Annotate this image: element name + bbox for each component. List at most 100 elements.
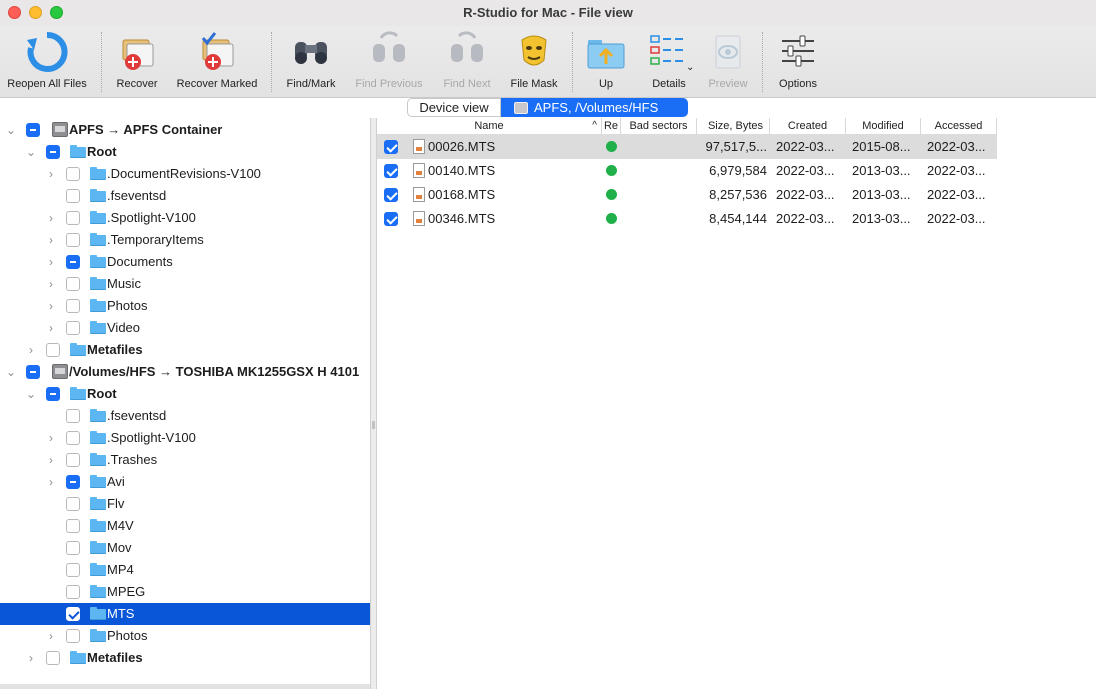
chevron-right-icon[interactable]: ›	[45, 298, 57, 314]
recover-button[interactable]: Recover	[110, 26, 164, 98]
tree-item[interactable]: MP4	[0, 559, 370, 581]
tree-checkbox[interactable]	[46, 651, 60, 665]
tree-checkbox[interactable]	[66, 431, 80, 445]
chevron-right-icon[interactable]: ›	[45, 628, 57, 644]
file-row[interactable]: 00346.MTS 8,454,144 2022-03... 2013-03... 20…	[377, 207, 997, 231]
file-row[interactable]: 00168.MTS 8,257,536 2022-03... 2013-03... 20…	[377, 183, 997, 207]
file-checkbox[interactable]	[384, 212, 398, 226]
tree-checkbox[interactable]	[46, 145, 60, 159]
chevron-right-icon[interactable]: ›	[45, 166, 57, 182]
tree-checkbox[interactable]	[66, 299, 80, 313]
recover-marked-button[interactable]: Recover Marked	[174, 26, 260, 98]
chevron-right-icon[interactable]: ›	[45, 452, 57, 468]
tree-item[interactable]: ⌄ APFS → APFS Container	[0, 119, 370, 141]
chevron-right-icon[interactable]: ›	[45, 276, 57, 292]
tree-checkbox[interactable]	[66, 519, 80, 533]
column-recovery[interactable]: Re	[602, 118, 621, 135]
tree-checkbox[interactable]	[66, 277, 80, 291]
tree-checkbox[interactable]	[66, 563, 80, 577]
tree-checkbox[interactable]	[66, 211, 80, 225]
chevron-down-icon[interactable]: ⌄	[5, 122, 17, 138]
file-mask-button[interactable]: File Mask	[506, 26, 562, 98]
chevron-right-icon[interactable]: ›	[45, 430, 57, 446]
tree-item[interactable]: MTS	[0, 603, 370, 625]
tree-item[interactable]: M4V	[0, 515, 370, 537]
chevron-down-icon[interactable]: ⌄	[686, 62, 694, 73]
tree-checkbox[interactable]	[66, 541, 80, 555]
tab-apfs-volume[interactable]: APFS, /Volumes/HFS	[501, 98, 688, 117]
chevron-right-icon[interactable]: ›	[45, 474, 57, 490]
column-bad-sectors[interactable]: Bad sectors	[621, 118, 697, 135]
tree-checkbox[interactable]	[66, 453, 80, 467]
tree-item[interactable]: › Metafiles	[0, 647, 370, 669]
tree-checkbox[interactable]	[66, 497, 80, 511]
file-checkbox[interactable]	[384, 188, 398, 202]
tree-item[interactable]: ⌄ Root	[0, 383, 370, 405]
tree-item[interactable]: › Documents	[0, 251, 370, 273]
preview-button[interactable]: Preview	[704, 26, 752, 98]
tree-item[interactable]: .fseventsd	[0, 185, 370, 207]
zoom-button[interactable]	[50, 6, 63, 19]
tree-item[interactable]: › .Spotlight-V100	[0, 427, 370, 449]
tree-item[interactable]: Mov	[0, 537, 370, 559]
reopen-all-files-button[interactable]: Reopen All Files	[4, 26, 90, 98]
chevron-down-icon[interactable]: ⌄	[25, 386, 37, 402]
tab-device-view[interactable]: Device view	[407, 98, 501, 117]
tree-item[interactable]: ⌄ Root	[0, 141, 370, 163]
details-button[interactable]: Details ⌄	[640, 26, 698, 98]
column-size[interactable]: Size, Bytes	[697, 118, 770, 135]
pane-splitter[interactable]	[370, 118, 377, 689]
tree-item[interactable]: MPEG	[0, 581, 370, 603]
tree-item[interactable]: › Photos	[0, 295, 370, 317]
chevron-right-icon[interactable]: ›	[45, 254, 57, 270]
chevron-right-icon[interactable]: ›	[45, 210, 57, 226]
tree-checkbox[interactable]	[66, 255, 80, 269]
column-modified[interactable]: Modified	[846, 118, 921, 135]
tree-item[interactable]: ⌄ /Volumes/HFS → TOSHIBA MK1255GSX H 4101	[0, 361, 370, 383]
tree-item[interactable]: › .Spotlight-V100	[0, 207, 370, 229]
tree-checkbox[interactable]	[26, 123, 40, 137]
column-name[interactable]: Name ^	[377, 118, 602, 135]
tree-item[interactable]: › .DocumentRevisions-V100	[0, 163, 370, 185]
tree-checkbox[interactable]	[66, 167, 80, 181]
tree-checkbox[interactable]	[66, 189, 80, 203]
tree-checkbox[interactable]	[66, 233, 80, 247]
tree-checkbox[interactable]	[66, 629, 80, 643]
column-accessed[interactable]: Accessed	[921, 118, 997, 135]
tree-checkbox[interactable]	[66, 321, 80, 335]
chevron-down-icon[interactable]: ⌄	[5, 364, 17, 380]
chevron-right-icon[interactable]: ›	[25, 342, 37, 358]
chevron-right-icon[interactable]: ›	[45, 320, 57, 336]
options-button[interactable]: Options	[772, 26, 824, 98]
up-button[interactable]: Up	[582, 26, 630, 98]
chevron-right-icon[interactable]: ›	[45, 232, 57, 248]
tree-item[interactable]: Flv	[0, 493, 370, 515]
chevron-down-icon[interactable]: ⌄	[25, 144, 37, 160]
minimize-button[interactable]	[29, 6, 42, 19]
tree-checkbox[interactable]	[66, 585, 80, 599]
tree-checkbox[interactable]	[46, 343, 60, 357]
chevron-right-icon[interactable]: ›	[25, 650, 37, 666]
tree-item[interactable]: .fseventsd	[0, 405, 370, 427]
file-checkbox[interactable]	[384, 164, 398, 178]
column-created[interactable]: Created	[770, 118, 846, 135]
file-row[interactable]: 00026.MTS 97,517,5... 2022-03... 2015-08...…	[377, 135, 997, 159]
tree-item[interactable]: › Music	[0, 273, 370, 295]
tree-item[interactable]: › Photos	[0, 625, 370, 647]
tree-item[interactable]: › Metafiles	[0, 339, 370, 361]
tree-checkbox[interactable]	[26, 365, 40, 379]
tree-item[interactable]: › Video	[0, 317, 370, 339]
file-checkbox[interactable]	[384, 140, 398, 154]
tree-item[interactable]: › .TemporaryItems	[0, 229, 370, 251]
tree-checkbox[interactable]	[66, 475, 80, 489]
close-button[interactable]	[8, 6, 21, 19]
find-next-button[interactable]: Find Next	[436, 26, 498, 98]
find-previous-button[interactable]: Find Previous	[352, 26, 426, 98]
tree-item[interactable]: › .Trashes	[0, 449, 370, 471]
tree-checkbox[interactable]	[66, 409, 80, 423]
tree-checkbox[interactable]	[46, 387, 60, 401]
file-row[interactable]: 00140.MTS 6,979,584 2022-03... 2013-03... 20…	[377, 159, 997, 183]
tree-checkbox[interactable]	[66, 607, 80, 621]
find-mark-button[interactable]: Find/Mark	[282, 26, 340, 98]
tree-item[interactable]: › Avi	[0, 471, 370, 493]
